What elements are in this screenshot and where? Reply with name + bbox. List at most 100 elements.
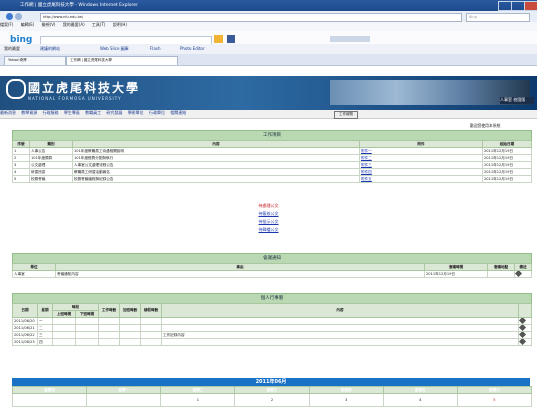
tab-current[interactable]: 工作網 | 國立虎尾科技大學 xyxy=(66,56,178,65)
table-row[interactable]: 2011/06/21 二 xyxy=(12,324,532,332)
menu-tools[interactable]: 工具(T) xyxy=(92,22,106,27)
calendar-table: 星期日 星期一 星期二 星期三 星期四 星期五 星期六 1 2 3 4 5 xyxy=(11,386,533,407)
edit-icon[interactable] xyxy=(515,271,523,277)
weekday-header: 星期二 xyxy=(160,386,236,394)
menu-edit[interactable]: 編輯(E) xyxy=(21,22,35,27)
calendar-header: 2011年06月 xyxy=(12,378,530,386)
edit-icon[interactable] xyxy=(519,325,527,331)
favorites-label[interactable]: 我的最愛 xyxy=(4,46,20,52)
calendar-day[interactable]: 3 xyxy=(308,393,384,407)
cell xyxy=(140,317,162,325)
edit-icon[interactable] xyxy=(519,332,527,338)
facebook-icon[interactable] xyxy=(227,35,235,43)
table-row[interactable]: 3 公文處理 人事室公文處理流程公告 附件三 2011年12月19日 xyxy=(12,161,532,169)
table-row[interactable]: 2011/06/20 一 xyxy=(12,317,532,325)
close-button[interactable] xyxy=(524,1,537,11)
weekday-header: 星期四 xyxy=(308,386,384,394)
cell: 工作記錄內容 xyxy=(161,331,519,339)
favorite-item[interactable]: Photo Editor xyxy=(180,46,205,51)
site-select[interactable]: 人事室 校園版 xyxy=(500,97,534,104)
calendar-day[interactable] xyxy=(11,393,88,407)
back-arrow-icon[interactable] xyxy=(6,13,13,20)
edit-icon[interactable] xyxy=(519,339,527,345)
quick-link[interactable]: 待批示公文 xyxy=(259,219,279,224)
cell xyxy=(98,338,120,346)
edit-cell[interactable] xyxy=(518,317,532,325)
cell xyxy=(52,331,76,339)
table-row[interactable]: 2011/06/23 四 xyxy=(12,338,532,346)
nav-item[interactable]: 學生專區 xyxy=(64,110,80,115)
cell: 2011年12月19日 xyxy=(482,147,532,155)
cell: 公文處理 xyxy=(29,161,73,169)
browser-search-input[interactable]: Bing xyxy=(466,13,530,22)
attachment-link[interactable]: 附件三 xyxy=(359,161,483,169)
nav-item[interactable]: 行政單位 xyxy=(149,110,165,115)
cell xyxy=(140,331,162,339)
calendar-day[interactable]: 5 xyxy=(456,393,533,407)
menu-view[interactable]: 檢視(V) xyxy=(42,22,56,27)
nav-item[interactable]: 教學資源 xyxy=(21,110,37,115)
quick-link[interactable]: 待歸檔公文 xyxy=(259,227,279,232)
edit-cell[interactable] xyxy=(518,338,532,346)
work-overview-button[interactable]: 工作總覽 xyxy=(334,111,358,119)
nav-item[interactable]: 學術單位 xyxy=(128,110,144,115)
cell: 2011/06/21 xyxy=(12,324,38,332)
table-row[interactable]: 人事室 會議通知內容 2011年12月19日 xyxy=(12,270,532,278)
tab-yahoo[interactable]: Yahoo!奇摩 xyxy=(4,56,66,65)
favorite-item[interactable]: 建議的網站 xyxy=(40,46,60,52)
nav-item[interactable]: 相關連結 xyxy=(170,110,186,115)
meeting-table: 單位 事由 會議時間 會議地點 備註 人事室 會議通知內容 2011年12月19… xyxy=(12,263,532,278)
table-row[interactable]: 2 101年度預算 101年度經費分配與執行 附件二 2011年12月19日 xyxy=(12,154,532,162)
edit-icon[interactable] xyxy=(519,318,527,324)
edit-cell[interactable] xyxy=(518,324,532,332)
table-row[interactable]: 4 研習訊息 教職員工研習活動報名 附件四 2011年12月19日 xyxy=(12,168,532,176)
table-row[interactable]: 5 校務會議 校務會議議程與紀錄公告 附件五 2011年12月19日 xyxy=(12,175,532,183)
calendar-day[interactable] xyxy=(86,393,162,407)
col-header: 工作時數 xyxy=(98,303,120,318)
weekday-header: 星期六 xyxy=(456,386,533,394)
menu-file[interactable]: 檔案(F) xyxy=(0,22,13,27)
quick-link[interactable]: 待簽核公文 xyxy=(259,211,279,216)
favorite-item[interactable]: Web Slice 圖庫 xyxy=(100,46,129,52)
tab-label: 工作網 | 國立虎尾科技大學 xyxy=(70,58,112,62)
cell: 2011/06/22 xyxy=(12,331,38,339)
cell xyxy=(161,324,519,332)
attachment-link[interactable]: 附件四 xyxy=(359,168,483,176)
nav-item[interactable]: 行政服務 xyxy=(43,110,59,115)
cell: 人事公告 xyxy=(29,147,73,155)
edit-cell[interactable] xyxy=(518,331,532,339)
search-go-icon[interactable] xyxy=(214,35,223,43)
cell xyxy=(140,324,162,332)
sub-header: 上班時間 xyxy=(52,310,76,318)
nav-item[interactable]: 研究發展 xyxy=(106,110,122,115)
attachment-link[interactable]: 附件五 xyxy=(359,175,483,183)
cell xyxy=(119,331,141,339)
maximize-button[interactable] xyxy=(511,1,525,11)
calendar-day[interactable]: 1 xyxy=(160,393,236,407)
minimize-button[interactable] xyxy=(498,1,512,11)
cell xyxy=(75,317,99,325)
search-placeholder: Bing xyxy=(469,15,477,19)
col-header: 會議時間 xyxy=(424,263,488,271)
favorite-item[interactable]: Flash xyxy=(150,46,160,51)
edit-cell[interactable] xyxy=(514,270,532,278)
table-row[interactable]: 2011/06/22 三 工作記錄內容 xyxy=(12,331,532,339)
col-header: 內容 xyxy=(72,140,360,148)
forward-arrow-icon[interactable] xyxy=(15,13,22,20)
calendar-day[interactable]: 2 xyxy=(234,393,310,407)
quick-link[interactable]: 待處理公文 xyxy=(259,203,279,208)
cell: 二 xyxy=(37,324,53,332)
menu-help[interactable]: 說明(H) xyxy=(113,22,127,27)
cell: 2011年12月19日 xyxy=(482,168,532,176)
table-row[interactable]: 1 人事公告 101年度教職員工待遇相關說明 附件一 2011年12月19日 xyxy=(12,147,532,155)
cell: 3 xyxy=(12,161,30,169)
cell xyxy=(52,317,76,325)
nav-item[interactable]: 最新消息 xyxy=(0,110,16,115)
attachment-link[interactable]: 附件二 xyxy=(359,154,483,162)
calendar-day[interactable]: 4 xyxy=(382,393,458,407)
address-input[interactable]: http://www.nfu.edu.tw/ xyxy=(40,13,462,22)
menu-favorites[interactable]: 我的最愛(A) xyxy=(63,22,85,27)
attachment-link[interactable]: 附件一 xyxy=(359,147,483,155)
nav-item[interactable]: 教職員工 xyxy=(85,110,101,115)
toolbar-icons[interactable] xyxy=(330,36,370,42)
